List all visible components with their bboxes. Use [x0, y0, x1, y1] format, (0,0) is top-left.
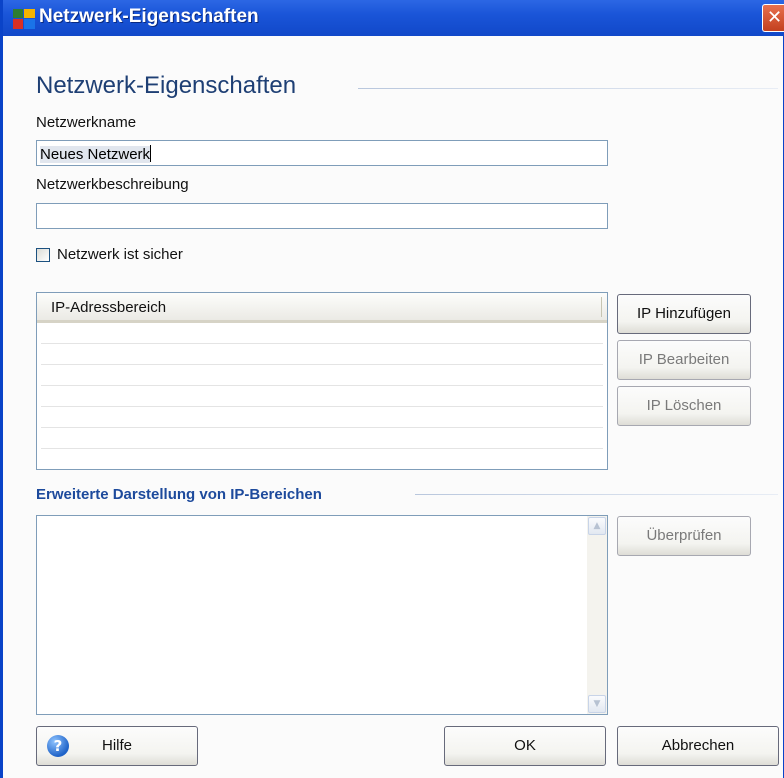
network-name-value: Neues Netzwerk [40, 146, 151, 163]
text-caret [150, 145, 152, 162]
help-button[interactable]: ? Hilfe [36, 726, 198, 766]
ip-add-button[interactable]: IP Hinzufügen [617, 294, 751, 334]
title-bar[interactable]: Netzwerk-Eigenschaften ✕ [3, 0, 784, 36]
network-secure-checkbox[interactable] [36, 248, 50, 262]
check-button[interactable]: Überprüfen [617, 516, 751, 556]
close-button[interactable]: ✕ [762, 4, 784, 32]
extended-section-heading: Erweiterte Darstellung von IP-Bereichen [36, 486, 322, 503]
ip-delete-button[interactable]: IP Löschen [617, 386, 751, 426]
window-title: Netzwerk-Eigenschaften [39, 6, 259, 27]
help-label: Hilfe [101, 737, 132, 754]
scroll-up-icon[interactable]: ▲ [588, 517, 606, 535]
list-row-line [41, 343, 603, 344]
ip-edit-button[interactable]: IP Bearbeiten [617, 340, 751, 380]
dialog-window: Netzwerk-Eigenschaften ✕ Netzwerk-Eigens… [0, 0, 784, 778]
vertical-scrollbar[interactable]: ▲ ▼ [587, 516, 607, 714]
ip-range-column-header[interactable]: IP-Adressbereich [51, 299, 166, 316]
help-icon: ? [47, 735, 69, 757]
section-divider [415, 494, 778, 495]
network-secure-label[interactable]: Netzwerk ist sicher [57, 246, 183, 263]
network-description-field[interactable] [36, 203, 608, 229]
network-name-label: Netzwerkname [36, 114, 137, 131]
column-separator[interactable] [601, 297, 602, 317]
ip-address-list[interactable]: IP-Adressbereich [36, 292, 608, 470]
scroll-down-icon[interactable]: ▼ [588, 695, 606, 713]
network-name-field[interactable]: Neues Netzwerk [36, 140, 608, 166]
list-row-line [41, 406, 603, 407]
page-title: Netzwerk-Eigenschaften [36, 72, 297, 99]
avg-app-icon [13, 9, 35, 29]
list-row-line [41, 364, 603, 365]
list-row-line [41, 385, 603, 386]
list-row-line [41, 448, 603, 449]
extended-ip-textarea[interactable] [36, 515, 608, 715]
ok-button[interactable]: OK [444, 726, 606, 766]
close-icon: ✕ [767, 7, 783, 28]
network-description-label: Netzwerkbeschreibung [36, 176, 189, 193]
list-row-line [41, 427, 603, 428]
cancel-button[interactable]: Abbrechen [617, 726, 779, 766]
heading-divider [358, 88, 778, 89]
ip-list-header[interactable]: IP-Adressbereich [37, 293, 607, 323]
